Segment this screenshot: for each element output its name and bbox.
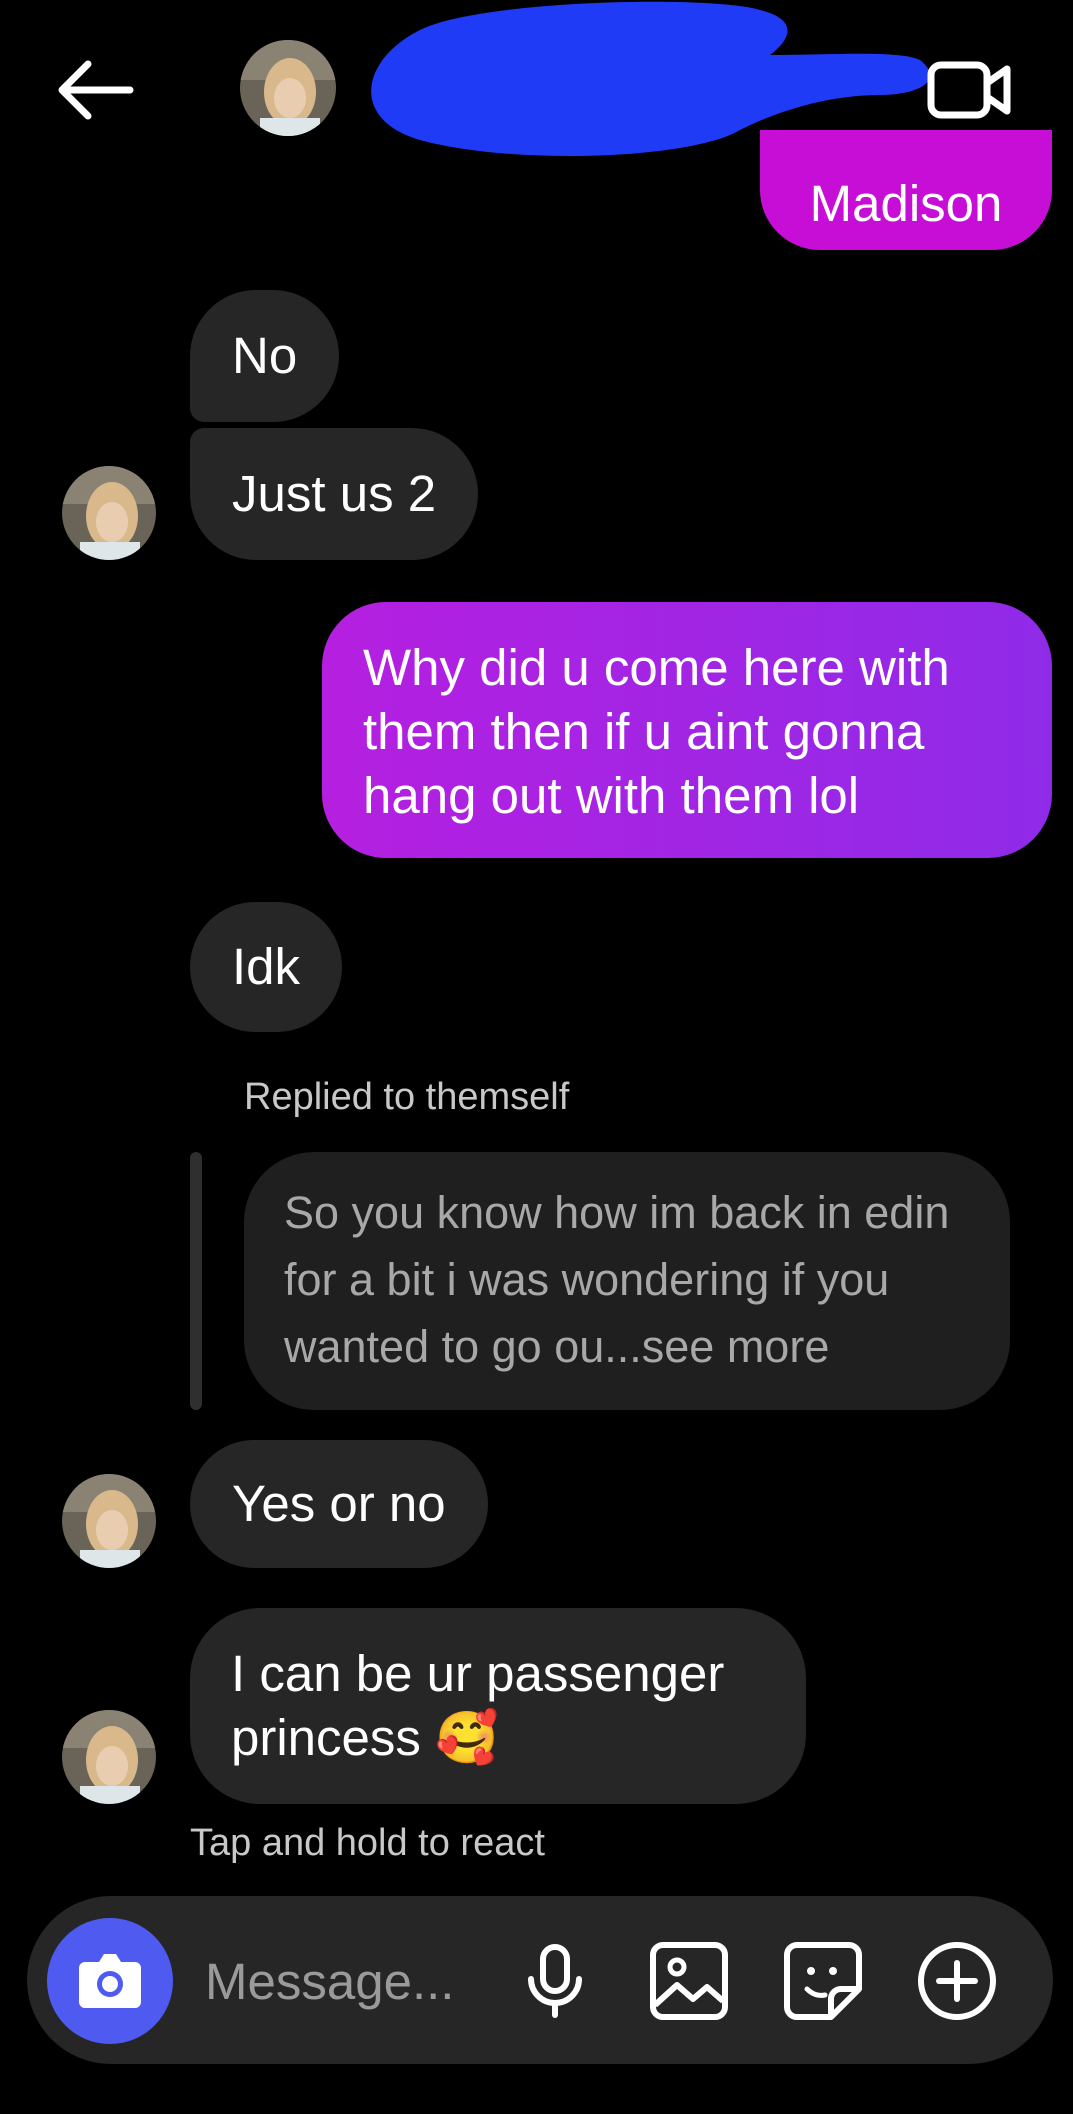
tap-hold-hint: Tap and hold to react [190,1822,545,1864]
outgoing-message-bubble[interactable]: Why did u come here with them then if u … [322,602,1052,858]
sender-avatar[interactable] [62,1710,156,1804]
reply-indicator-bar [190,1152,202,1410]
incoming-message-bubble[interactable]: Yes or no [190,1440,488,1568]
reply-context-label: Replied to themself [244,1076,570,1118]
message-text: I can be ur passenger princess 🥰 [231,1645,725,1766]
message-text: Yes or no [232,1475,446,1532]
sender-avatar[interactable] [62,466,156,560]
outgoing-message-bubble[interactable]: Madison [760,130,1052,250]
message-text: Idk [232,938,301,995]
sticker-icon[interactable] [781,1939,865,2023]
microphone-icon[interactable] [513,1939,597,2023]
plus-circle-icon[interactable] [915,1939,999,2023]
quoted-message-bubble[interactable]: So you know how im back in edin for a bi… [244,1152,1010,1410]
camera-icon [79,1954,141,2008]
quoted-message-text: So you know how im back in edin for a bi… [284,1187,950,1372]
message-composer [27,1896,1053,2064]
message-input[interactable] [203,1948,537,2014]
gallery-icon[interactable] [647,1939,731,2023]
message-text: Madison [809,175,1003,232]
message-text: Why did u come here with them then if u … [363,639,950,824]
message-text: No [232,327,298,384]
incoming-message-bubble[interactable]: Just us 2 [190,428,479,560]
video-camera-icon[interactable] [925,55,1015,125]
camera-button[interactable] [47,1918,173,2044]
header-avatar[interactable] [240,40,336,136]
incoming-message-bubble[interactable]: I can be ur passenger princess 🥰 [190,1608,806,1804]
incoming-message-bubble[interactable]: No [190,290,340,422]
back-arrow-icon[interactable] [50,55,140,125]
sender-avatar[interactable] [62,1474,156,1568]
incoming-message-bubble[interactable]: Idk [190,902,343,1032]
message-text: Just us 2 [232,465,437,522]
